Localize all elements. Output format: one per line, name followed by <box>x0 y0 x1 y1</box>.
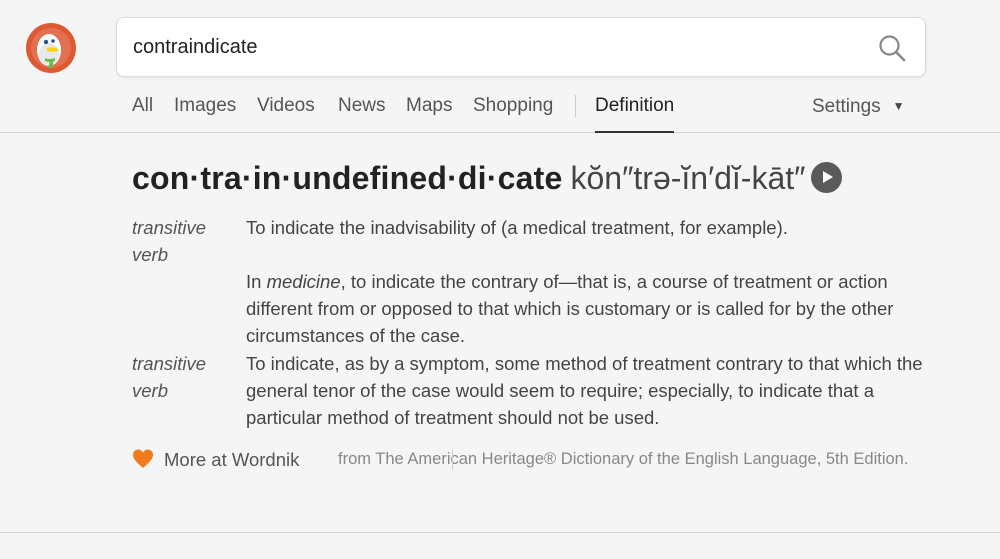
more-at-wordnik-link[interactable]: More at Wordnik <box>164 446 299 473</box>
tab-definition[interactable]: Definition <box>595 92 675 133</box>
header: All Images Videos News Maps Shopping Def… <box>0 0 1000 133</box>
definition-sense: transitive verb To indicate, as by a sym… <box>132 350 952 431</box>
headword-row: con·tra·in·undefined·di·cate kŏn″trə-ĭn′d… <box>132 160 843 204</box>
headword: con·tra·in·undefined·di·cate <box>132 160 563 196</box>
definition-sense: transitive verb To indicate the inadvisa… <box>132 214 952 268</box>
search-icon <box>879 35 906 62</box>
tab-all[interactable]: All <box>132 92 153 132</box>
footer-divider <box>452 450 453 470</box>
tab-maps[interactable]: Maps <box>406 92 452 132</box>
duckduckgo-logo[interactable] <box>25 22 77 74</box>
nav-divider <box>575 95 576 117</box>
play-audio-button[interactable] <box>811 162 843 193</box>
bottom-divider <box>0 532 1000 533</box>
tab-videos[interactable]: Videos <box>257 92 315 132</box>
pronunciation: kŏn″trə-ĭn′dĭ-kāt″ <box>570 160 806 196</box>
caret-down-icon: ▼ <box>892 99 905 113</box>
tab-news[interactable]: News <box>338 92 386 132</box>
tab-shopping[interactable]: Shopping <box>473 92 553 132</box>
settings-dropdown[interactable]: Settings ▼ <box>812 92 905 122</box>
part-of-speech: transitive verb <box>132 217 207 265</box>
search-input[interactable] <box>133 18 853 76</box>
definition-text: To indicate, as by a symptom, some metho… <box>246 353 923 428</box>
definition-emphasis: medicine <box>266 271 341 292</box>
tab-images[interactable]: Images <box>174 92 236 132</box>
search-box <box>116 17 926 77</box>
settings-label: Settings <box>812 96 881 117</box>
part-of-speech: transitive verb <box>132 353 207 401</box>
definition-sense: In medicine, to indicate the contrary of… <box>132 268 952 349</box>
search-nav: All Images Videos News Maps Shopping Def… <box>132 92 932 133</box>
definition-text: In medicine, to indicate the contrary of… <box>246 271 894 346</box>
definition-text: To indicate the inadvisability of (a med… <box>246 217 788 238</box>
heart-icon <box>133 449 153 468</box>
search-button[interactable] <box>877 33 907 63</box>
